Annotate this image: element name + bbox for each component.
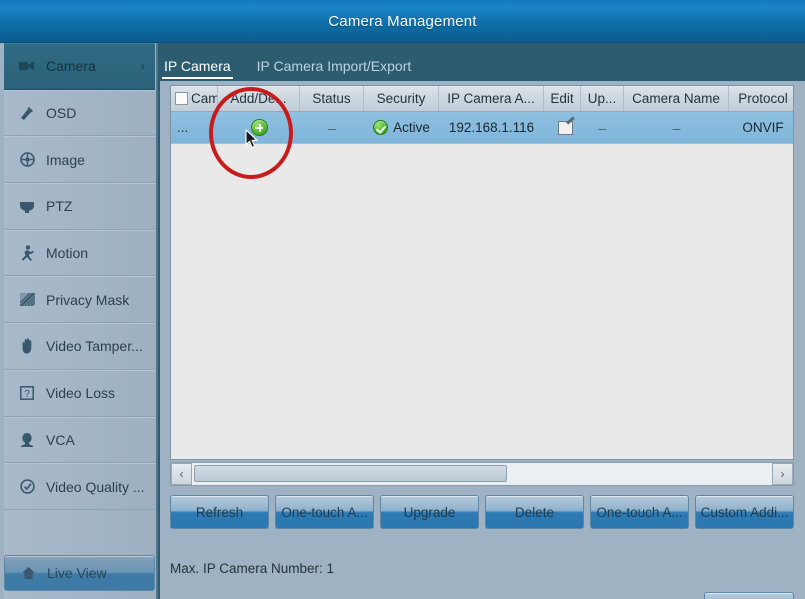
ptz-icon bbox=[17, 197, 37, 215]
live-view-label: Live View bbox=[47, 565, 107, 581]
table-header-add-de[interactable]: Add/De... bbox=[218, 86, 300, 111]
sidebar-item-ptz[interactable]: PTZ bbox=[4, 183, 155, 230]
sidebar-item-osd[interactable]: OSD bbox=[4, 89, 155, 137]
vca-icon bbox=[17, 431, 37, 449]
empty-value: – bbox=[328, 119, 336, 136]
table-header-row: Cam...Add/De...StatusSecurityIP Camera A… bbox=[171, 86, 793, 112]
table-header-ip-camera-a[interactable]: IP Camera A... bbox=[439, 86, 544, 111]
table-header-protocol[interactable]: Protocol bbox=[729, 86, 793, 111]
scroll-left-icon[interactable]: ‹ bbox=[171, 463, 192, 485]
image-icon bbox=[17, 151, 37, 169]
table-header-security[interactable]: Security bbox=[364, 86, 439, 111]
max-ip-camera-number-label: Max. IP Camera Number: 1 bbox=[170, 561, 335, 576]
sidebar-item-live-view[interactable]: Live View bbox=[4, 555, 155, 591]
sidebar-item-image[interactable]: Image bbox=[4, 136, 155, 184]
camera-icon bbox=[17, 57, 37, 75]
home-icon bbox=[18, 564, 38, 582]
table-header-cam[interactable]: Cam... bbox=[171, 86, 218, 111]
action-button-row: Refresh One-touch A... Upgrade Delete One-to… bbox=[170, 495, 794, 529]
button-upgrade[interactable]: Upgrade bbox=[380, 495, 479, 529]
scroll-right-icon[interactable]: › bbox=[772, 463, 793, 485]
osd-icon bbox=[17, 104, 37, 122]
sidebar: Camera › OSD Image PTZ Motion Privacy Mask Vide… bbox=[0, 43, 158, 599]
title-bar: Camera Management bbox=[0, 0, 805, 43]
button-delete[interactable]: Delete bbox=[485, 495, 584, 529]
scrollbar-thumb[interactable] bbox=[194, 465, 508, 482]
sidebar-item-label: Motion bbox=[46, 245, 89, 262]
svg-text:?: ? bbox=[24, 389, 30, 400]
main-panel: IP Camera IP Camera Import/Export Cam...… bbox=[160, 43, 805, 599]
select-all-checkbox[interactable] bbox=[175, 92, 188, 105]
table-header-label: Cam... bbox=[191, 91, 218, 106]
sidebar-item-label: Image bbox=[46, 151, 85, 168]
sidebar-item-label: Video Tamper... bbox=[46, 338, 143, 355]
ip-address-text: 192.168.1.116 bbox=[448, 120, 535, 135]
table-header-status[interactable]: Status bbox=[300, 86, 364, 111]
cell-upgrade: – bbox=[581, 112, 624, 143]
video-quality-icon bbox=[17, 478, 37, 496]
button-one-touch-a[interactable]: One-touch A... bbox=[275, 495, 374, 529]
sidebar-item-privacy-mask[interactable]: Privacy Mask bbox=[4, 276, 155, 324]
status-badge: Active bbox=[393, 120, 430, 135]
button-one-touch-a[interactable]: One-touch A... bbox=[590, 495, 689, 529]
table-body: ... – Active 192.168.1.116 – – ONVIF bbox=[171, 112, 793, 144]
sidebar-nav-list: Camera › OSD Image PTZ Motion Privacy Mask Vide… bbox=[4, 43, 155, 599]
motion-icon bbox=[17, 244, 37, 262]
sidebar-item-video-quality[interactable]: Video Quality ... bbox=[4, 463, 155, 510]
sidebar-item-label: Video Quality ... bbox=[46, 478, 145, 495]
video-loss-icon: ? bbox=[17, 384, 37, 402]
button-custom-addi[interactable]: Custom Addi... bbox=[695, 495, 794, 529]
empty-value: – bbox=[672, 119, 681, 136]
chevron-right-icon: › bbox=[141, 59, 145, 74]
hand-icon bbox=[17, 337, 37, 355]
sidebar-item-camera[interactable]: Camera › bbox=[4, 43, 155, 90]
window-title: Camera Management bbox=[328, 13, 477, 30]
sidebar-item-label: VCA bbox=[46, 431, 75, 448]
empty-value: – bbox=[598, 119, 607, 136]
add-icon[interactable] bbox=[250, 119, 268, 136]
cell-status: – bbox=[300, 112, 364, 143]
sidebar-item-vca[interactable]: VCA bbox=[4, 416, 155, 464]
table-header-edit[interactable]: Edit bbox=[544, 86, 581, 111]
live-view-container: Live View bbox=[4, 555, 155, 591]
sidebar-item-label: OSD bbox=[46, 105, 77, 122]
back-button[interactable]: Back bbox=[704, 592, 794, 599]
sidebar-item-motion[interactable]: Motion bbox=[4, 229, 155, 277]
cell-edit[interactable] bbox=[544, 112, 581, 143]
tab-bar: IP Camera IP Camera Import/Export bbox=[160, 43, 805, 81]
cell-camera-name: – bbox=[624, 112, 729, 143]
cell-security: Active bbox=[364, 112, 439, 143]
button-refresh[interactable]: Refresh bbox=[170, 495, 269, 529]
sidebar-item-label: Camera bbox=[46, 58, 96, 75]
sidebar-item-video-loss[interactable]: ? Video Loss bbox=[4, 369, 155, 417]
sidebar-item-label: PTZ bbox=[46, 198, 73, 215]
camera-management-window: Camera Management Camera › OSD Image PTZ Moti… bbox=[0, 0, 805, 599]
table-horizontal-scrollbar[interactable]: ‹ › bbox=[170, 462, 794, 486]
sidebar-item-label: Video Loss bbox=[46, 385, 116, 402]
status-active-icon bbox=[373, 120, 389, 135]
cell-ip-camera-address: 192.168.1.116 bbox=[439, 112, 544, 143]
cell-camera: ... bbox=[177, 120, 189, 135]
table-header-camera-name[interactable]: Camera Name bbox=[624, 86, 729, 111]
sidebar-item-video-tamper[interactable]: Video Tamper... bbox=[4, 323, 155, 370]
ip-camera-table: Cam...Add/De...StatusSecurityIP Camera A… bbox=[170, 85, 794, 460]
privacy-mask-icon bbox=[17, 291, 37, 309]
table-row[interactable]: ... – Active 192.168.1.116 – – ONVIF bbox=[171, 112, 793, 144]
edit-icon[interactable] bbox=[557, 120, 573, 135]
tab-ip-camera-import-export[interactable]: IP Camera Import/Export bbox=[253, 58, 422, 81]
cell-protocol: ONVIF bbox=[742, 120, 784, 135]
sidebar-item-label: Privacy Mask bbox=[46, 291, 130, 308]
cell-add-delete[interactable] bbox=[218, 112, 300, 143]
table-header-up[interactable]: Up... bbox=[581, 86, 624, 111]
tab-ip-camera[interactable]: IP Camera bbox=[160, 58, 241, 81]
scrollbar-track[interactable] bbox=[192, 463, 772, 485]
